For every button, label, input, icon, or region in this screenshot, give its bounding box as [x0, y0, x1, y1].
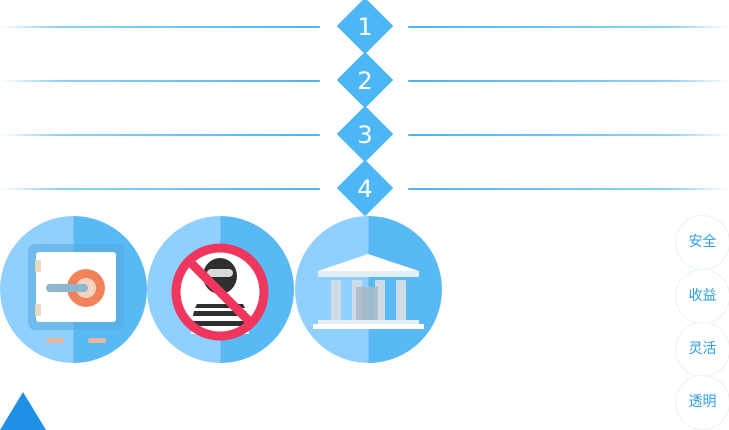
tag-security[interactable]: 安全 — [675, 215, 729, 270]
step-line-left — [0, 188, 320, 190]
safe-icon — [28, 244, 124, 343]
feature-safe — [0, 216, 147, 363]
feature-bank — [295, 216, 442, 363]
scroll-top-triangle-icon[interactable] — [0, 392, 46, 430]
step-line-right — [408, 188, 729, 190]
step-row-4: 4 — [0, 159, 729, 217]
step-row-2: 2 — [0, 51, 729, 109]
tag-returns[interactable]: 收益 — [675, 269, 729, 324]
step-row-1: 1 — [0, 0, 729, 55]
step-line-right — [408, 80, 729, 82]
step-number: 4 — [357, 175, 373, 203]
step-number: 2 — [357, 67, 373, 95]
tag-flexible[interactable]: 灵活 — [675, 322, 729, 377]
feature-anti-theft — [147, 216, 294, 363]
tag-transparent[interactable]: 透明 — [675, 375, 729, 430]
step-number: 3 — [357, 121, 373, 149]
step-line-left — [0, 134, 320, 136]
step-line-right — [408, 134, 729, 136]
step-line-left — [0, 26, 320, 28]
step-line-right — [408, 26, 729, 28]
no-thief-icon — [171, 243, 269, 341]
step-line-left — [0, 80, 320, 82]
step-number: 1 — [357, 13, 373, 41]
bank-icon — [313, 254, 424, 329]
step-row-3: 3 — [0, 105, 729, 163]
